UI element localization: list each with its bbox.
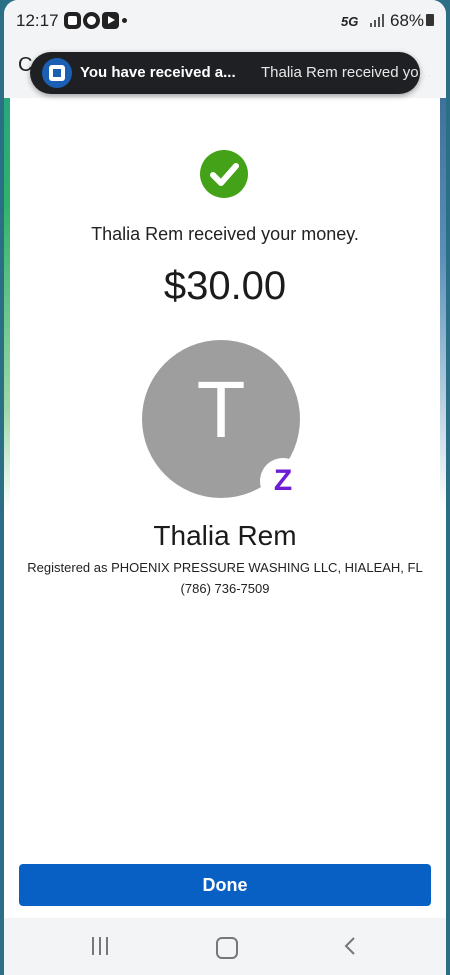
chase-logo-icon bbox=[42, 58, 72, 88]
zelle-glyph: Z bbox=[273, 464, 293, 497]
status-time: 12:17 bbox=[16, 11, 59, 30]
avatar-initial: T bbox=[196, 365, 246, 454]
battery-icon bbox=[426, 14, 434, 26]
chase-app-icon bbox=[64, 12, 81, 29]
notification-body: Thalia Rem received yo... bbox=[261, 64, 432, 81]
youtube-icon bbox=[102, 12, 119, 29]
notification-title: You have received a... bbox=[80, 64, 236, 81]
notification-banner[interactable]: You have received a... Thalia Rem receiv… bbox=[30, 52, 431, 94]
recipient-registration: Registered as PHOENIX PRESSURE WASHING L… bbox=[27, 560, 423, 575]
check-circle-icon bbox=[200, 150, 248, 198]
radio-app-icon bbox=[83, 12, 100, 29]
signal-icon bbox=[370, 13, 386, 27]
done-button[interactable]: Done bbox=[19, 864, 431, 906]
confirmation-message: Thalia Rem received your money. bbox=[91, 224, 359, 244]
payment-amount: $30.00 bbox=[163, 264, 287, 308]
status-bar: 12:17 5G 68% bbox=[4, 0, 446, 44]
recipient-phone: (786) 736-7509 bbox=[180, 581, 270, 596]
recents-icon[interactable] bbox=[90, 937, 110, 957]
navigation-bar bbox=[4, 918, 446, 975]
back-icon[interactable] bbox=[344, 936, 356, 956]
dot-icon bbox=[122, 18, 127, 23]
battery-level: 68% bbox=[390, 11, 425, 30]
recipient-name: Thalia Rem bbox=[153, 520, 297, 551]
phone-screen: 12:17 5G 68% C You have received a... Th… bbox=[4, 0, 446, 975]
zelle-icon: Z bbox=[260, 458, 306, 504]
home-icon[interactable] bbox=[216, 937, 238, 959]
network-type: 5G bbox=[341, 14, 359, 29]
